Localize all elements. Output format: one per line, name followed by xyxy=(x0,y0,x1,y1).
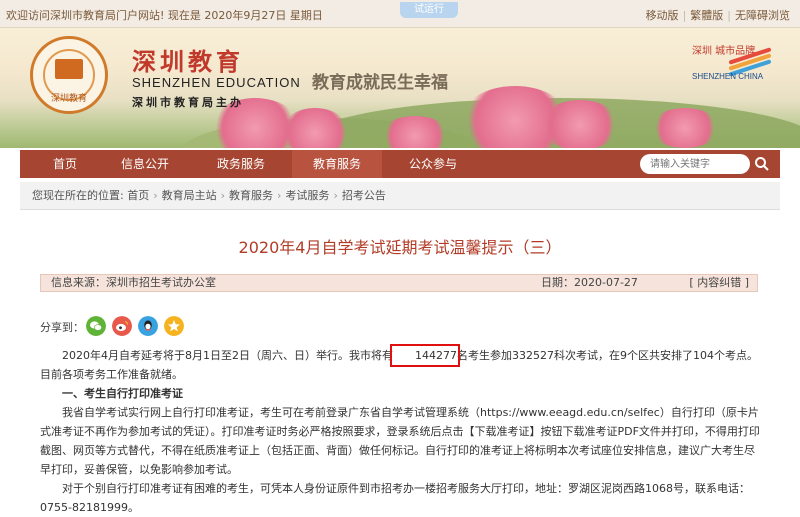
share-label: 分享到： xyxy=(40,321,84,334)
trial-badge: 试运行 xyxy=(400,2,458,18)
breadcrumb-item-exam-services[interactable]: 考试服务 xyxy=(285,189,329,202)
main-nav: 首页 信息公开 政务服务 教育服务 公众参与 xyxy=(20,150,780,178)
welcome-text: 欢迎访问深圳市教育局门户网站! 现在是 2020年9月27日 星期日 xyxy=(6,9,323,22)
article-source: 信息来源：深圳市招生考试办公室 xyxy=(51,276,216,289)
brand-title-cn: 深圳教育 xyxy=(132,47,244,76)
shenzhen-city-logo: 深圳 城市品牌 SHENZHEN CHINA xyxy=(692,42,782,88)
mobile-version-link[interactable]: 移动版 xyxy=(646,9,679,22)
nav-item-info-disclosure[interactable]: 信息公开 xyxy=(100,150,190,178)
candidate-count-highlight: 144277 xyxy=(390,344,460,367)
brand-title-en: SHENZHEN EDUCATION xyxy=(132,75,301,90)
breadcrumb-item-main-site[interactable]: 教育局主站 xyxy=(162,189,217,202)
content-correction-link[interactable]: [ 内容纠错 ] xyxy=(689,275,749,291)
top-bar: 欢迎访问深圳市教育局门户网站! 现在是 2020年9月27日 星期日 试运行 移… xyxy=(0,0,800,28)
paragraph-print-help: 对于个别自行打印准考证有困难的考生，可凭本人身份证原件到市招考办一楼招考服务大厅… xyxy=(40,482,750,514)
education-bureau-seal-logo[interactable]: 深圳教育 xyxy=(30,36,108,114)
top-links: 移动版 | 繁體版 | 无障碍浏览 xyxy=(645,9,790,22)
header-banner: 深圳教育 深圳教育 SHENZHEN EDUCATION 深圳市教育局主办 教育… xyxy=(0,28,800,148)
breadcrumb-item-home[interactable]: 首页 xyxy=(127,189,149,202)
qzone-star-icon[interactable] xyxy=(164,316,184,336)
breadcrumb-prefix: 您现在所在的位置: xyxy=(32,189,124,202)
nav-item-home[interactable]: 首页 xyxy=(20,150,110,178)
article-date: 日期：2020-07-27 xyxy=(541,276,638,289)
search-input[interactable] xyxy=(640,154,736,174)
weibo-icon[interactable] xyxy=(112,316,132,336)
article-info-bar: 信息来源：深圳市招生考试办公室 日期：2020-07-27 [ 内容纠错 ] xyxy=(40,274,758,292)
nav-item-public-participation[interactable]: 公众参与 xyxy=(388,150,478,178)
nav-item-education-services[interactable]: 教育服务 xyxy=(292,150,382,178)
nav-item-government-services[interactable]: 政务服务 xyxy=(196,150,286,178)
section-heading-print-ticket: 一、考生自行打印准考证 xyxy=(62,387,183,400)
slogan: 教育成就民生幸福 xyxy=(312,73,448,93)
breadcrumb-item-education-services[interactable]: 教育服务 xyxy=(229,189,273,202)
accessibility-link[interactable]: 无障碍浏览 xyxy=(735,9,790,22)
search-box xyxy=(640,154,750,174)
qq-icon[interactable] xyxy=(138,316,158,336)
brand-subtitle: 深圳市教育局主办 xyxy=(132,96,244,109)
breadcrumb-item-admission-notices[interactable]: 招考公告 xyxy=(342,189,386,202)
search-icon[interactable] xyxy=(754,156,770,172)
wechat-icon[interactable] xyxy=(86,316,106,336)
article-title: 2020年4月自学考试延期考试温馨提示（三） xyxy=(238,238,562,257)
paragraph-print-ticket: 我省自学考试实行网上自行打印准考证，考生可在考前登录广东省自学考试管理系统（ht… xyxy=(40,406,760,476)
traditional-chinese-link[interactable]: 繁體版 xyxy=(690,9,723,22)
paragraph-intro: 2020年4月自考延考将于8月1日至2日（周六、日）举行。我市将有 144277名… xyxy=(40,344,760,384)
breadcrumb: 您现在所在的位置: 首页 › 教育局主站 › 教育服务 › 考试服务 › 招考公告 xyxy=(20,182,780,210)
